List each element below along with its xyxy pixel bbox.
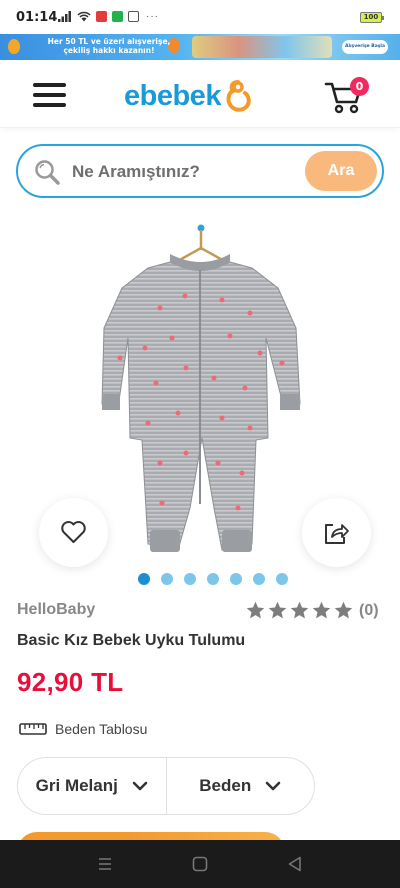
size-chart-label: Beden Tablosu (55, 721, 148, 737)
app-header: ebebek (0, 60, 400, 128)
star-icon (290, 601, 309, 619)
gallery-dot[interactable] (138, 573, 150, 585)
chevron-down-icon (265, 781, 281, 791)
star-icon (268, 601, 287, 619)
share-icon (325, 524, 349, 544)
color-select[interactable]: Gri Melanj (18, 758, 167, 814)
camera-app-icon (96, 11, 107, 22)
search-bar: Ara (16, 144, 384, 198)
search-button[interactable]: Ara (305, 151, 377, 191)
more-notifications-icon: ··· (146, 11, 159, 22)
promo-illustration (192, 36, 332, 58)
share-button[interactable] (302, 498, 371, 567)
logo-text: ebebek (124, 79, 221, 112)
size-chart-link[interactable]: Beden Tablosu (19, 721, 147, 737)
home-nav-icon[interactable] (190, 854, 210, 874)
ebebek-logo[interactable]: ebebek (124, 78, 253, 114)
gallery-dot[interactable] (230, 573, 242, 585)
search-input[interactable] (72, 160, 292, 184)
review-count: (0) (359, 601, 379, 619)
app-notification-icon (128, 11, 139, 22)
status-time: 01:14 (16, 10, 58, 25)
ruler-icon (19, 723, 47, 735)
size-select[interactable]: Beden (167, 758, 315, 814)
star-icon (312, 601, 331, 619)
product-price: 92,90 TL (17, 667, 124, 697)
status-bar: 01:14 ··· 100 (0, 0, 400, 34)
battery-icon: 100 (360, 12, 384, 23)
color-select-value: Gri Melanj (35, 776, 118, 795)
gallery-dot[interactable] (207, 573, 219, 585)
promo-banner[interactable]: Her 50 TL ve üzeri alışverişe, çekiliş h… (0, 34, 400, 60)
gallery-pagination (138, 573, 288, 585)
chevron-down-icon (132, 781, 148, 791)
size-select-value: Beden (199, 776, 252, 795)
message-app-icon (112, 11, 123, 22)
product-title: Basic Kız Bebek Uyku Tulumu (17, 632, 246, 649)
balloon-icon (8, 39, 20, 54)
wifi-icon (77, 11, 91, 22)
gallery-dot[interactable] (276, 573, 288, 585)
product-rating[interactable]: (0) (245, 600, 379, 621)
menu-nav-icon[interactable] (95, 854, 115, 874)
cart-count-badge: 0 (350, 77, 369, 96)
promo-text: Her 50 TL ve üzeri alışverişe, çekiliş h… (47, 37, 171, 55)
logo-mark-icon (226, 80, 251, 112)
star-icon (246, 601, 265, 619)
product-image[interactable] (90, 218, 320, 572)
gallery-dot[interactable] (184, 573, 196, 585)
heart-icon (61, 521, 86, 543)
signal-icon (58, 11, 71, 22)
hamburger-menu-icon[interactable] (33, 83, 66, 107)
back-nav-icon[interactable] (285, 854, 305, 874)
status-icons: ··· (58, 11, 159, 22)
system-navigation-bar (0, 840, 400, 888)
gallery-dot[interactable] (253, 573, 265, 585)
promo-button[interactable]: Alışverişe Başla (342, 40, 388, 54)
star-icon (334, 601, 353, 619)
favorite-button[interactable] (39, 498, 108, 567)
search-icon (35, 160, 60, 185)
gallery-dot[interactable] (161, 573, 173, 585)
variant-selectors: Gri Melanj Beden (17, 757, 315, 815)
product-brand[interactable]: HelloBaby (17, 601, 95, 619)
